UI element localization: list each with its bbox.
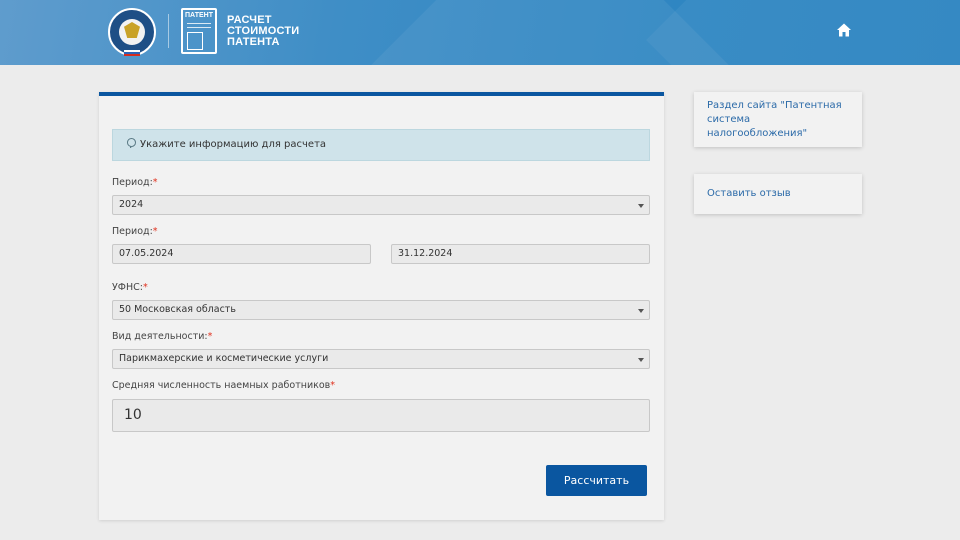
- period-year-select[interactable]: 2024: [112, 195, 650, 215]
- employees-input[interactable]: 10: [112, 399, 650, 432]
- calculate-button[interactable]: Рассчитать: [546, 465, 647, 496]
- site-header: ПАТЕНТ РАСЧЕТ СТОИМОСТИ ПАТЕНТА: [0, 0, 960, 65]
- date-to-input[interactable]: 31.12.2024: [391, 244, 650, 264]
- required-mark: *: [152, 226, 158, 237]
- period-label-text: Период:: [112, 177, 153, 188]
- info-text: Укажите информацию для расчета: [140, 139, 327, 150]
- period-range-label: Период:*: [112, 226, 158, 237]
- activity-label: Вид деятельности:*: [112, 331, 212, 342]
- ufns-value: 50 Московская область: [119, 304, 236, 315]
- activity-value: Парикмахерские и косметические услуги: [119, 353, 329, 364]
- feedback-link-label: Оставить отзыв: [707, 188, 791, 199]
- calculator-icon: [187, 32, 203, 50]
- app-title[interactable]: РАСЧЕТ СТОИМОСТИ ПАТЕНТА: [227, 15, 299, 48]
- patent-icon-label: ПАТЕНТ: [184, 12, 213, 19]
- employees-label-text: Средняя численность наемных работников: [112, 380, 331, 391]
- info-icon: [126, 130, 137, 160]
- chevron-down-icon: [638, 358, 644, 362]
- feedback-link[interactable]: Оставить отзыв: [694, 174, 862, 214]
- calc-form-card: Укажите информацию для расчета Период:* …: [99, 92, 664, 520]
- ufns-select[interactable]: 50 Московская область: [112, 300, 650, 320]
- ufns-label-text: УФНС:: [112, 282, 143, 293]
- activity-select[interactable]: Парикмахерские и косметические услуги: [112, 349, 650, 369]
- employees-value: 10: [124, 407, 142, 423]
- employees-label: Средняя численность наемных работников*: [112, 380, 335, 391]
- patent-system-link-label: Раздел сайта "Патентная система налогооб…: [707, 99, 842, 139]
- required-mark: *: [142, 282, 148, 293]
- home-icon[interactable]: [836, 22, 852, 38]
- required-mark: *: [152, 177, 158, 188]
- activity-label-text: Вид деятельности:: [112, 331, 208, 342]
- chevron-down-icon: [638, 309, 644, 313]
- patent-line: [187, 23, 211, 24]
- patent-icon[interactable]: ПАТЕНТ: [181, 8, 217, 54]
- date-from-input[interactable]: 07.05.2024: [112, 244, 371, 264]
- info-banner: Укажите информацию для расчета: [112, 129, 650, 161]
- date-to-value: 31.12.2024: [398, 248, 453, 259]
- period-range-label-text: Период:: [112, 226, 153, 237]
- patent-line: [187, 27, 211, 28]
- period-year-value: 2024: [119, 199, 144, 210]
- required-mark: *: [330, 380, 336, 391]
- flag-icon: [124, 50, 140, 56]
- app-title-line-3: ПАТЕНТА: [227, 36, 280, 48]
- date-from-value: 07.05.2024: [119, 248, 174, 259]
- chevron-down-icon: [638, 204, 644, 208]
- required-mark: *: [207, 331, 213, 342]
- header-divider: [168, 14, 169, 48]
- patent-system-link[interactable]: Раздел сайта "Патентная система налогооб…: [694, 92, 862, 147]
- period-label: Период:*: [112, 177, 158, 188]
- ufns-label: УФНС:*: [112, 282, 148, 293]
- fns-emblem-icon[interactable]: [108, 8, 156, 56]
